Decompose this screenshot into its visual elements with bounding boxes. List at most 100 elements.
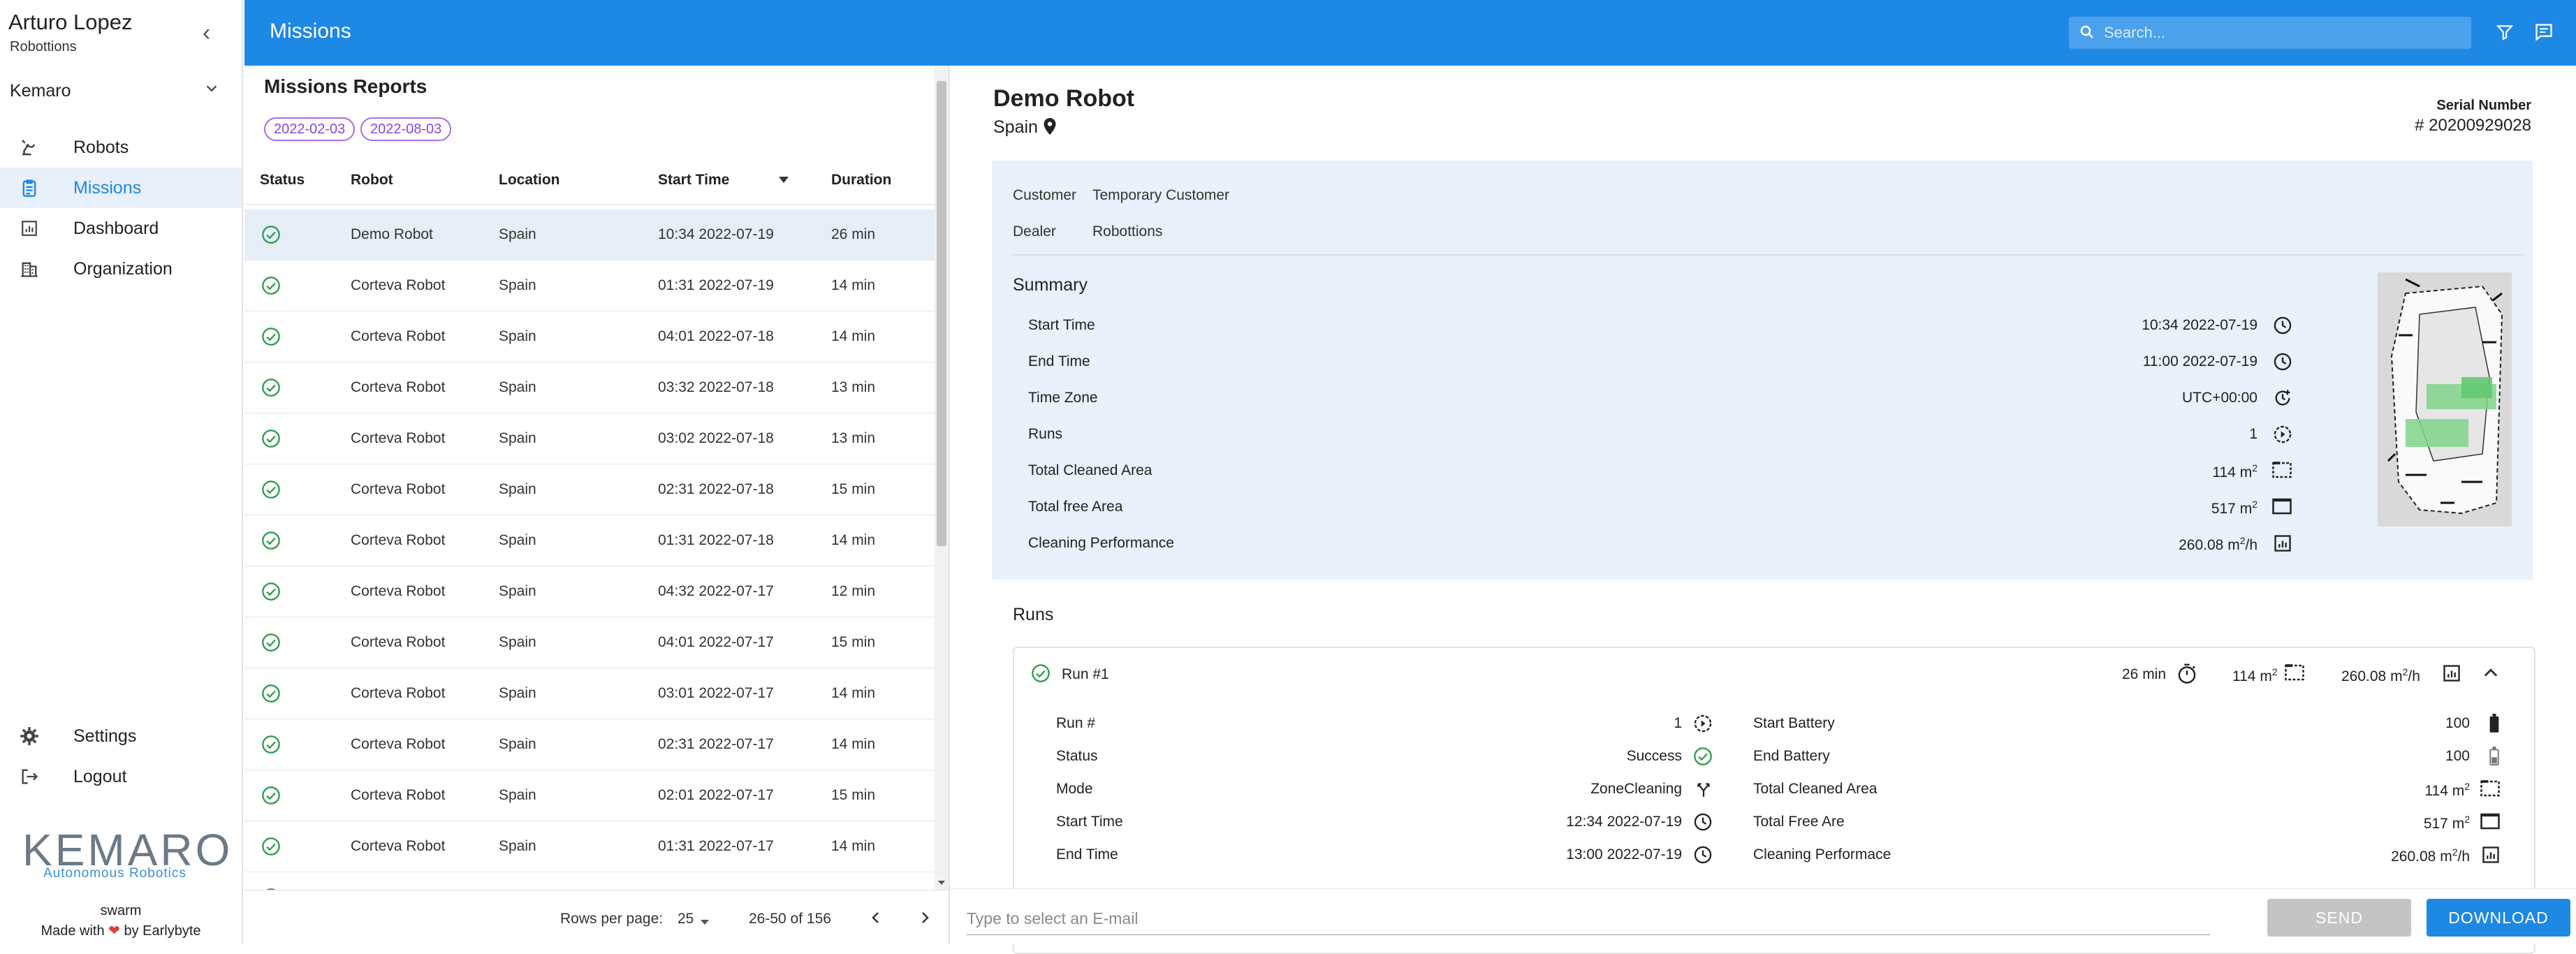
org-select[interactable]: Kemaro — [10, 81, 71, 101]
cell-duration: 13 min — [831, 430, 876, 446]
sidebar-item-robots[interactable]: Robots — [0, 127, 242, 168]
download-button[interactable]: DOWNLOAD — [2427, 899, 2570, 937]
cell-duration: 13 min — [831, 379, 876, 395]
runs-title: Runs — [1013, 605, 1054, 624]
sort-desc-icon[interactable] — [778, 175, 789, 188]
send-button[interactable]: SEND — [2267, 899, 2411, 937]
status-success-icon — [261, 480, 281, 503]
table-row[interactable]: Corteva Robot Spain 03:02 2022-07-18 13 min — [244, 413, 935, 464]
heart-icon: ❤ — [108, 923, 120, 939]
date-chip-to[interactable]: 2022-08-03 — [360, 117, 452, 141]
table-row[interactable]: Corteva Robot Spain 04:32 2022-07-17 12 min — [244, 566, 935, 617]
area-icon — [2271, 497, 2292, 519]
table-row[interactable]: Corteva Robot Spain 04:01 2022-07-17 15 min — [244, 617, 935, 668]
dealer-label: Dealer — [1013, 223, 1056, 240]
cell-robot: Corteva Robot — [351, 328, 446, 344]
table-row[interactable]: Corteva Robot Spain 02:01 2022-07-17 15 min — [244, 770, 935, 821]
collapse-sidebar-icon[interactable]: ‹ — [203, 20, 210, 47]
status-success-icon — [261, 633, 281, 656]
table-row[interactable]: Corteva Robot Spain 03:32 2022-07-18 13 min — [244, 362, 935, 413]
run-detail-row: Status Success — [1056, 741, 1713, 773]
sidebar-item-dashboard[interactable]: Dashboard — [0, 208, 242, 249]
cell-duration: 14 min — [831, 532, 876, 548]
cell-robot: Corteva Robot — [351, 481, 446, 497]
sidebar: Arturo Lopez Robottions ‹ Kemaro Robots … — [0, 0, 243, 944]
made-with: Made with ❤ by Earlybyte — [0, 922, 242, 939]
cell-duration: 12 min — [831, 583, 876, 599]
clock-icon — [1693, 812, 1713, 835]
run-value-text: 100 — [2445, 748, 2470, 764]
prev-page-icon[interactable] — [868, 908, 884, 931]
table-row[interactable]: Corteva RobotSpain04:32 2022-07-1613 min — [244, 872, 935, 890]
status-success-icon — [261, 378, 281, 401]
cell-location: Spain — [499, 430, 536, 446]
run-value-sup: 2 — [2464, 781, 2470, 792]
run-label: End Time — [1056, 846, 1118, 863]
cell-robot: Corteva Robot — [351, 634, 446, 650]
page-title: Missions — [270, 20, 351, 43]
scrollbar-thumb[interactable] — [937, 81, 946, 546]
table-row[interactable]: Corteva Robot Spain 01:31 2022-07-18 14 min — [244, 515, 935, 566]
stopwatch-icon — [2176, 662, 2197, 688]
area-dashed-icon — [2284, 663, 2305, 685]
cell-robot: Corteva Robot — [351, 838, 446, 854]
run-detail-row: Start Time 12:34 2022-07-19 — [1056, 807, 1713, 839]
search-input[interactable] — [2104, 21, 2453, 45]
run-detail-row: Total Cleaned Area 114 m2 — [1753, 774, 2501, 806]
cell-duration: 15 min — [831, 634, 876, 650]
run-detail-row: Start Battery 100 — [1753, 708, 2501, 740]
email-field[interactable] — [967, 903, 2210, 935]
summary-value: UTC+00:00 — [2182, 390, 2257, 406]
summary-value-text: 517 m — [2211, 501, 2253, 517]
col-status[interactable]: Status — [260, 172, 305, 189]
sidebar-item-missions[interactable]: Missions — [0, 168, 242, 208]
cell-location: Spain — [499, 328, 536, 344]
summary-value: 11:00 2022-07-19 — [2143, 353, 2257, 370]
status-success-icon — [261, 531, 281, 554]
cell-start-time: 01:31 2022-07-17 — [658, 838, 774, 854]
filter-icon[interactable] — [2492, 20, 2517, 45]
run-perf-suffix: /h — [2408, 668, 2420, 684]
feedback-icon[interactable] — [2531, 20, 2556, 45]
status-success-icon — [261, 276, 281, 299]
cell-duration: 14 min — [831, 277, 876, 293]
cell-location: Spain — [499, 685, 536, 701]
run-value: 1 — [1674, 715, 1682, 732]
summary-row: Cleaning Performance 260.08 m2/h — [1028, 527, 2292, 563]
search-box[interactable] — [2069, 17, 2471, 49]
table-row[interactable]: Corteva Robot Spain 04:01 2022-07-18 14 min — [244, 311, 935, 362]
next-page-icon[interactable] — [916, 908, 933, 931]
scroll-down-icon[interactable] — [935, 876, 949, 890]
sidebar-item-settings[interactable]: Settings — [0, 716, 242, 756]
table-row[interactable]: Corteva Robot Spain 01:31 2022-07-17 14 min — [244, 821, 935, 872]
table-row[interactable]: Demo Robot Spain 10:34 2022-07-19 26 min — [244, 210, 935, 260]
cell-start-time: 10:34 2022-07-19 — [658, 226, 774, 242]
summary-row: Runs 1 — [1028, 418, 2292, 454]
cell-location: Spain — [499, 277, 536, 293]
performance-icon — [2442, 663, 2461, 687]
table-row[interactable]: Corteva Robot Spain 01:31 2022-07-19 14 min — [244, 260, 935, 311]
table-row[interactable]: Corteva Robot Spain 02:31 2022-07-18 15 min — [244, 464, 935, 515]
battery-outline-icon — [2488, 747, 2501, 770]
date-chip-from[interactable]: 2022-02-03 — [264, 117, 356, 141]
sidebar-item-organization[interactable]: Organization — [0, 249, 242, 289]
top-bar: Missions — [244, 0, 2576, 66]
cleaning-map-image[interactable] — [2378, 272, 2512, 527]
run-area-sup: 2 — [2271, 666, 2278, 677]
sidebar-item-label: Organization — [73, 258, 173, 279]
cell-location: Spain — [499, 226, 536, 242]
table-row[interactable]: Corteva Robot Spain 03:01 2022-07-17 14 min — [244, 668, 935, 719]
table-row[interactable]: Corteva Robot Spain 02:31 2022-07-17 14 min — [244, 719, 935, 770]
chevron-down-icon[interactable] — [204, 80, 219, 101]
rows-per-page-select[interactable]: 25 — [678, 911, 694, 927]
sidebar-item-logout[interactable]: Logout — [0, 756, 242, 797]
col-robot[interactable]: Robot — [351, 172, 393, 189]
logout-icon — [18, 765, 41, 788]
rows-dropdown-icon[interactable] — [700, 916, 710, 929]
collapse-run-icon[interactable] — [2481, 663, 2501, 687]
col-start-time[interactable]: Start Time — [658, 172, 729, 189]
summary-value: 10:34 2022-07-19 — [2142, 317, 2257, 334]
col-duration[interactable]: Duration — [831, 172, 891, 189]
summary-list: Start Time 10:34 2022-07-19 End Time 11:00 … — [992, 309, 2319, 567]
col-location[interactable]: Location — [499, 172, 560, 189]
